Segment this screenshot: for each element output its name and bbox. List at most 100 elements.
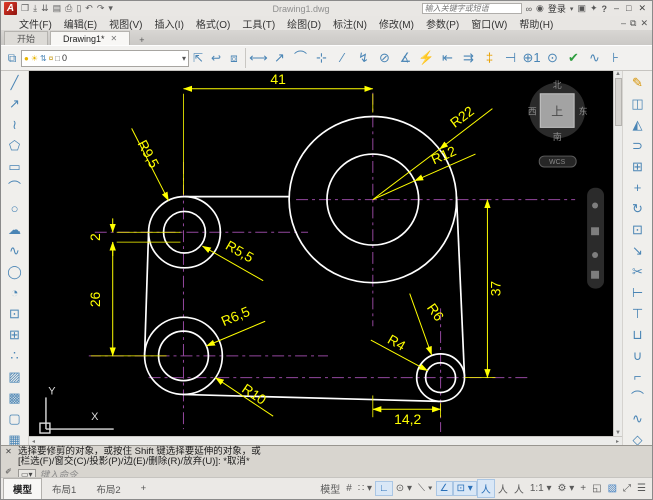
dim-arc-length-icon[interactable]: ⌒ bbox=[290, 47, 311, 69]
revcloud-tool-icon[interactable]: ☁ bbox=[3, 219, 27, 240]
stretch-tool-icon[interactable]: ↘ bbox=[626, 240, 650, 261]
menu-item[interactable]: 修改(M) bbox=[373, 16, 420, 31]
ellipse-arc-tool-icon[interactable]: ◔ bbox=[3, 282, 27, 303]
copy-tool-icon[interactable]: ◫ bbox=[626, 93, 650, 114]
customization-menu-icon[interactable]: ☰ bbox=[634, 482, 649, 495]
break-point-tool-icon[interactable]: ⊤ bbox=[626, 303, 650, 324]
offset-tool-icon[interactable]: ⊃ bbox=[626, 135, 650, 156]
scroll-up-icon[interactable]: ▲ bbox=[615, 71, 621, 77]
tab-layout2[interactable]: 布局2 bbox=[86, 478, 130, 500]
save-icon[interactable]: ⤓ bbox=[32, 3, 38, 14]
polyline-tool-icon[interactable]: ↗ bbox=[3, 93, 27, 114]
menu-item[interactable]: 插入(I) bbox=[148, 16, 189, 31]
chamfer-tool-icon[interactable]: ⌐ bbox=[626, 366, 650, 387]
join-tool-icon[interactable]: ∪ bbox=[626, 345, 650, 366]
circle-tool-icon[interactable]: ○ bbox=[3, 198, 27, 219]
extend-tool-icon[interactable]: ⊢ bbox=[626, 282, 650, 303]
polar-tracking-icon[interactable]: ⊙ ▾ bbox=[393, 482, 415, 495]
dim-jog-line-icon[interactable]: ∿ bbox=[584, 47, 605, 69]
undo-icon[interactable]: ↶ bbox=[84, 3, 94, 14]
mirror-tool-icon[interactable]: ◭ bbox=[626, 114, 650, 135]
signin-caret-icon[interactable]: ▾ bbox=[570, 5, 574, 13]
dim-jogged-icon[interactable]: ↯ bbox=[353, 47, 374, 69]
dim-edit-icon[interactable]: ✔ bbox=[563, 47, 584, 69]
layer-states-icon[interactable]: ⧈ bbox=[225, 47, 243, 69]
rectangle-tool-icon[interactable]: ▭ bbox=[3, 156, 27, 177]
scale-tool-icon[interactable]: ⊡ bbox=[626, 219, 650, 240]
dim-more-icon[interactable]: ⊦ bbox=[605, 47, 626, 69]
status-model-label[interactable]: 模型 bbox=[317, 480, 343, 497]
plot-icon[interactable]: ⎙ bbox=[64, 3, 73, 14]
menu-item[interactable]: 文件(F) bbox=[13, 16, 58, 31]
erase-tool-icon[interactable]: ✎ bbox=[626, 72, 650, 93]
redo-icon[interactable]: ↷ bbox=[96, 3, 106, 14]
vertical-scrollbar[interactable]: ▲ ▼ bbox=[613, 71, 622, 436]
horizontal-scrollbar[interactable]: ◂ ▸ bbox=[29, 436, 622, 445]
tab-model[interactable]: 模型 bbox=[3, 478, 42, 500]
gradient-tool-icon[interactable]: ▩ bbox=[3, 387, 27, 408]
command-customize-icon[interactable]: ✐ bbox=[5, 467, 12, 476]
create-block-icon[interactable]: ⊞ bbox=[3, 324, 27, 345]
scroll-right-icon[interactable]: ▸ bbox=[616, 438, 619, 445]
layer-combobox[interactable]: ●☀⇅¤□ 0 ▾ bbox=[21, 50, 189, 67]
layer-previous-icon[interactable]: ↩ bbox=[207, 47, 225, 69]
menu-item[interactable]: 工具(T) bbox=[236, 16, 281, 31]
tab-drawing1[interactable]: Drawing1* ✕ bbox=[50, 31, 130, 45]
menu-item[interactable]: 绘图(D) bbox=[281, 16, 327, 31]
search-input[interactable] bbox=[422, 3, 522, 14]
close-button[interactable]: ✕ bbox=[635, 3, 649, 14]
rotate-tool-icon[interactable]: ↻ bbox=[626, 198, 650, 219]
dim-linear-icon[interactable]: ⟷ bbox=[248, 47, 269, 69]
scale-value[interactable]: 1:1 ▾ bbox=[527, 482, 555, 495]
otrack-icon[interactable]: ∠ bbox=[436, 481, 453, 496]
spline-tool-icon[interactable]: ∿ bbox=[3, 240, 27, 261]
dim-diameter-icon[interactable]: ⊘ bbox=[374, 47, 395, 69]
move-tool-icon[interactable]: + bbox=[626, 177, 650, 198]
menu-item[interactable]: 窗口(W) bbox=[465, 16, 513, 31]
menu-item[interactable]: 视图(V) bbox=[103, 16, 148, 31]
menu-item[interactable]: 标注(N) bbox=[327, 16, 373, 31]
layer-viewport-icon[interactable]: ⇅ bbox=[40, 54, 47, 63]
qat-menu-icon[interactable]: ▾ bbox=[107, 3, 114, 14]
centerlines[interactable] bbox=[89, 93, 575, 432]
drawing-canvas[interactable]: 41 R9,5 R22 R12 R5,5 2 26 R6,5 37 R6 R4 … bbox=[29, 71, 613, 436]
layer-caret-icon[interactable]: ▾ bbox=[182, 54, 186, 63]
new-sheet-icon[interactable]: ▤ bbox=[52, 3, 63, 14]
ellipse-tool-icon[interactable]: ◯ bbox=[3, 261, 27, 282]
menu-item[interactable]: 编辑(E) bbox=[58, 16, 103, 31]
line-tool-icon[interactable]: ╱ bbox=[3, 72, 27, 93]
osnap-icon[interactable]: ⊡ ▾ bbox=[453, 481, 477, 496]
annotation-monitor-icon[interactable]: + bbox=[577, 482, 589, 495]
annotation-visibility-icon[interactable]: 人 bbox=[477, 479, 495, 498]
isolate-objects-icon[interactable]: ◱ bbox=[589, 482, 604, 495]
add-layout-button[interactable]: + bbox=[131, 479, 157, 498]
plate-outline[interactable] bbox=[145, 117, 465, 402]
layer-on-icon[interactable]: ● bbox=[24, 54, 29, 63]
hatch-tool-icon[interactable]: ▨ bbox=[3, 366, 27, 387]
maximize-button[interactable]: □ bbox=[623, 3, 634, 14]
dim-space-icon[interactable]: ‡ bbox=[479, 47, 500, 69]
tab-close-icon[interactable]: ✕ bbox=[111, 34, 118, 43]
app-logo[interactable]: A bbox=[4, 2, 17, 15]
layer-thaw-icon[interactable]: ☀ bbox=[31, 54, 38, 63]
ortho-icon[interactable]: ∟ bbox=[375, 481, 393, 496]
save-as-icon[interactable]: ⇊ bbox=[40, 3, 50, 14]
fillet-tool-icon[interactable]: ⌒ bbox=[626, 387, 650, 408]
array-tool-icon[interactable]: ⊞ bbox=[626, 156, 650, 177]
arc-tool-icon[interactable]: ⌒ bbox=[3, 177, 27, 198]
layer-color-icon[interactable]: □ bbox=[55, 54, 60, 63]
break-tool-icon[interactable]: ⊔ bbox=[626, 324, 650, 345]
page-setup-icon[interactable]: ▯ bbox=[75, 3, 82, 14]
tab-start[interactable]: 开始 bbox=[4, 31, 48, 45]
help-icon[interactable]: ? bbox=[602, 4, 608, 14]
dimension-lines[interactable] bbox=[113, 89, 493, 416]
grid-icon[interactable]: # bbox=[343, 482, 355, 495]
dim-ordinate-icon[interactable]: ⊹ bbox=[311, 47, 332, 69]
annotation-autoscale-icon[interactable]: 人 bbox=[495, 480, 511, 497]
doc-minimize-button[interactable]: – bbox=[621, 18, 626, 29]
new-tab-button[interactable]: + bbox=[135, 35, 148, 45]
hardware-accel-icon[interactable]: ▧ bbox=[605, 482, 620, 495]
tab-layout1[interactable]: 布局1 bbox=[42, 478, 86, 500]
view-cube[interactable]: 上 北 南 西 东 WCS bbox=[528, 80, 588, 167]
dim-center-mark-icon[interactable]: ⊙ bbox=[542, 47, 563, 69]
